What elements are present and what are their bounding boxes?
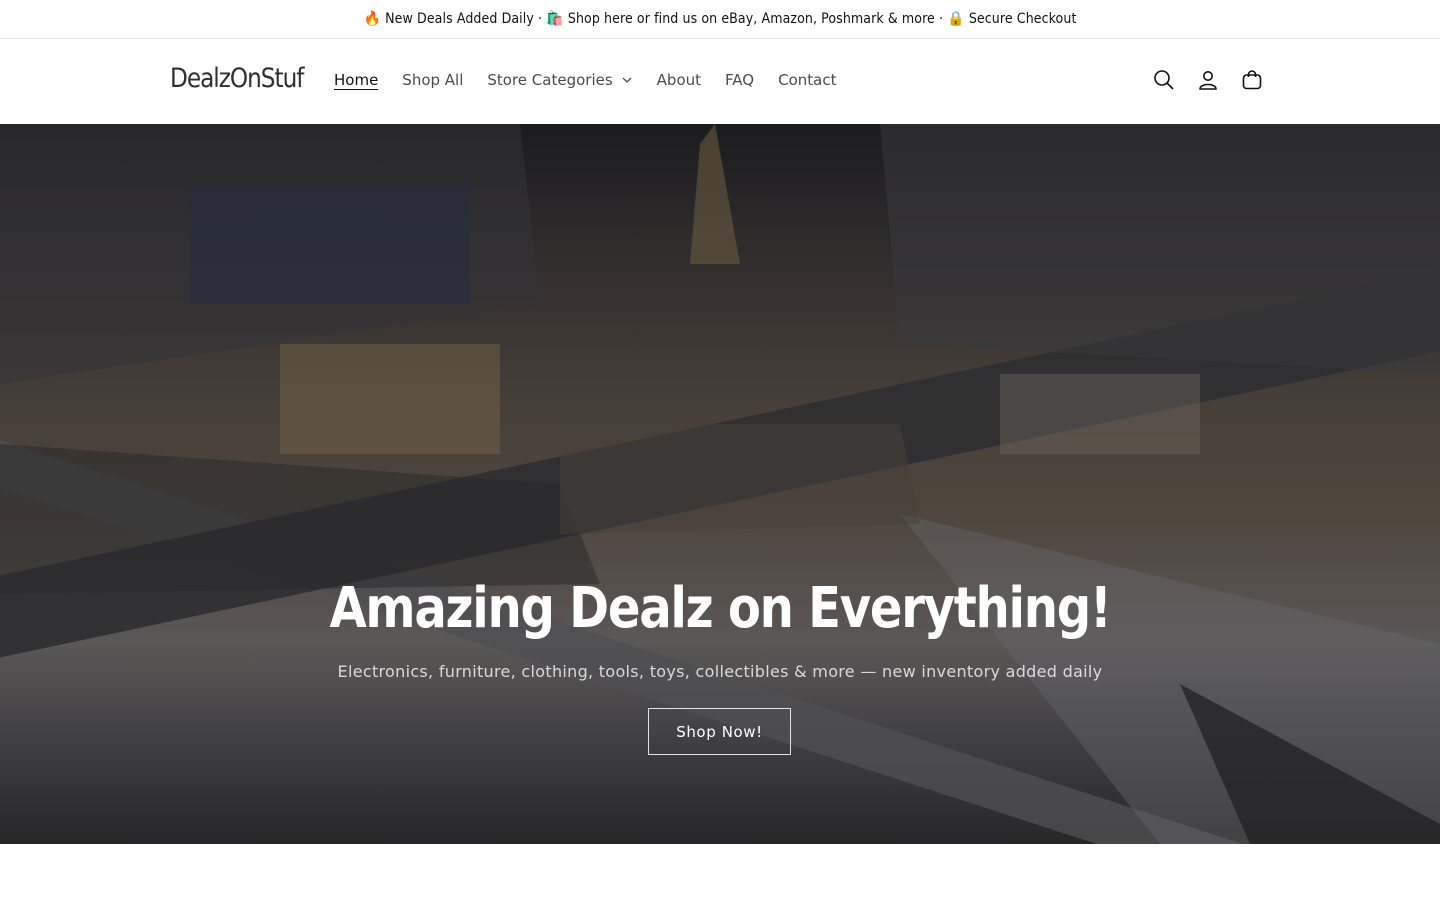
- main-nav: Home Shop All Store Categories About FAQ…: [322, 70, 848, 90]
- nav-contact-label: Contact: [778, 71, 837, 89]
- site-header: DealzOnStuf Home Shop All Store Categori…: [0, 39, 1440, 124]
- search-icon: [1154, 70, 1174, 90]
- nav-about[interactable]: About: [645, 70, 713, 90]
- nav-faq-label: FAQ: [725, 71, 755, 89]
- shop-now-button[interactable]: Shop Now!: [648, 708, 791, 755]
- header-icons: [1142, 58, 1274, 102]
- nav-about-label: About: [656, 71, 702, 89]
- nav-home[interactable]: Home: [322, 70, 390, 90]
- hero-subtitle: Electronics, furniture, clothing, tools,…: [337, 662, 1103, 681]
- search-button[interactable]: [1142, 58, 1186, 102]
- nav-faq[interactable]: FAQ: [713, 70, 766, 90]
- nav-store-categories-label: Store Categories: [487, 71, 613, 89]
- nav-shop-all-label: Shop All: [402, 71, 464, 89]
- account-icon: [1199, 71, 1217, 90]
- announcement-bar: 🔥 New Deals Added Daily · 🛍️ Shop here o…: [0, 0, 1440, 39]
- chevron-down-icon: [621, 74, 633, 86]
- cart-icon: [1242, 70, 1262, 90]
- account-button[interactable]: [1186, 58, 1230, 102]
- announcement-text: 🔥 New Deals Added Daily · 🛍️ Shop here o…: [363, 11, 1077, 27]
- nav-contact[interactable]: Contact: [766, 70, 848, 90]
- store-logo[interactable]: DealzOnStuf: [170, 63, 304, 94]
- nav-store-categories[interactable]: Store Categories: [475, 70, 644, 90]
- hero-banner: Amazing Dealz on Everything! Electronics…: [0, 124, 1440, 844]
- nav-shop-all[interactable]: Shop All: [390, 70, 475, 90]
- nav-home-label: Home: [334, 71, 379, 89]
- cart-button[interactable]: [1230, 58, 1274, 102]
- hero-title: Amazing Dealz on Everything!: [329, 576, 1111, 641]
